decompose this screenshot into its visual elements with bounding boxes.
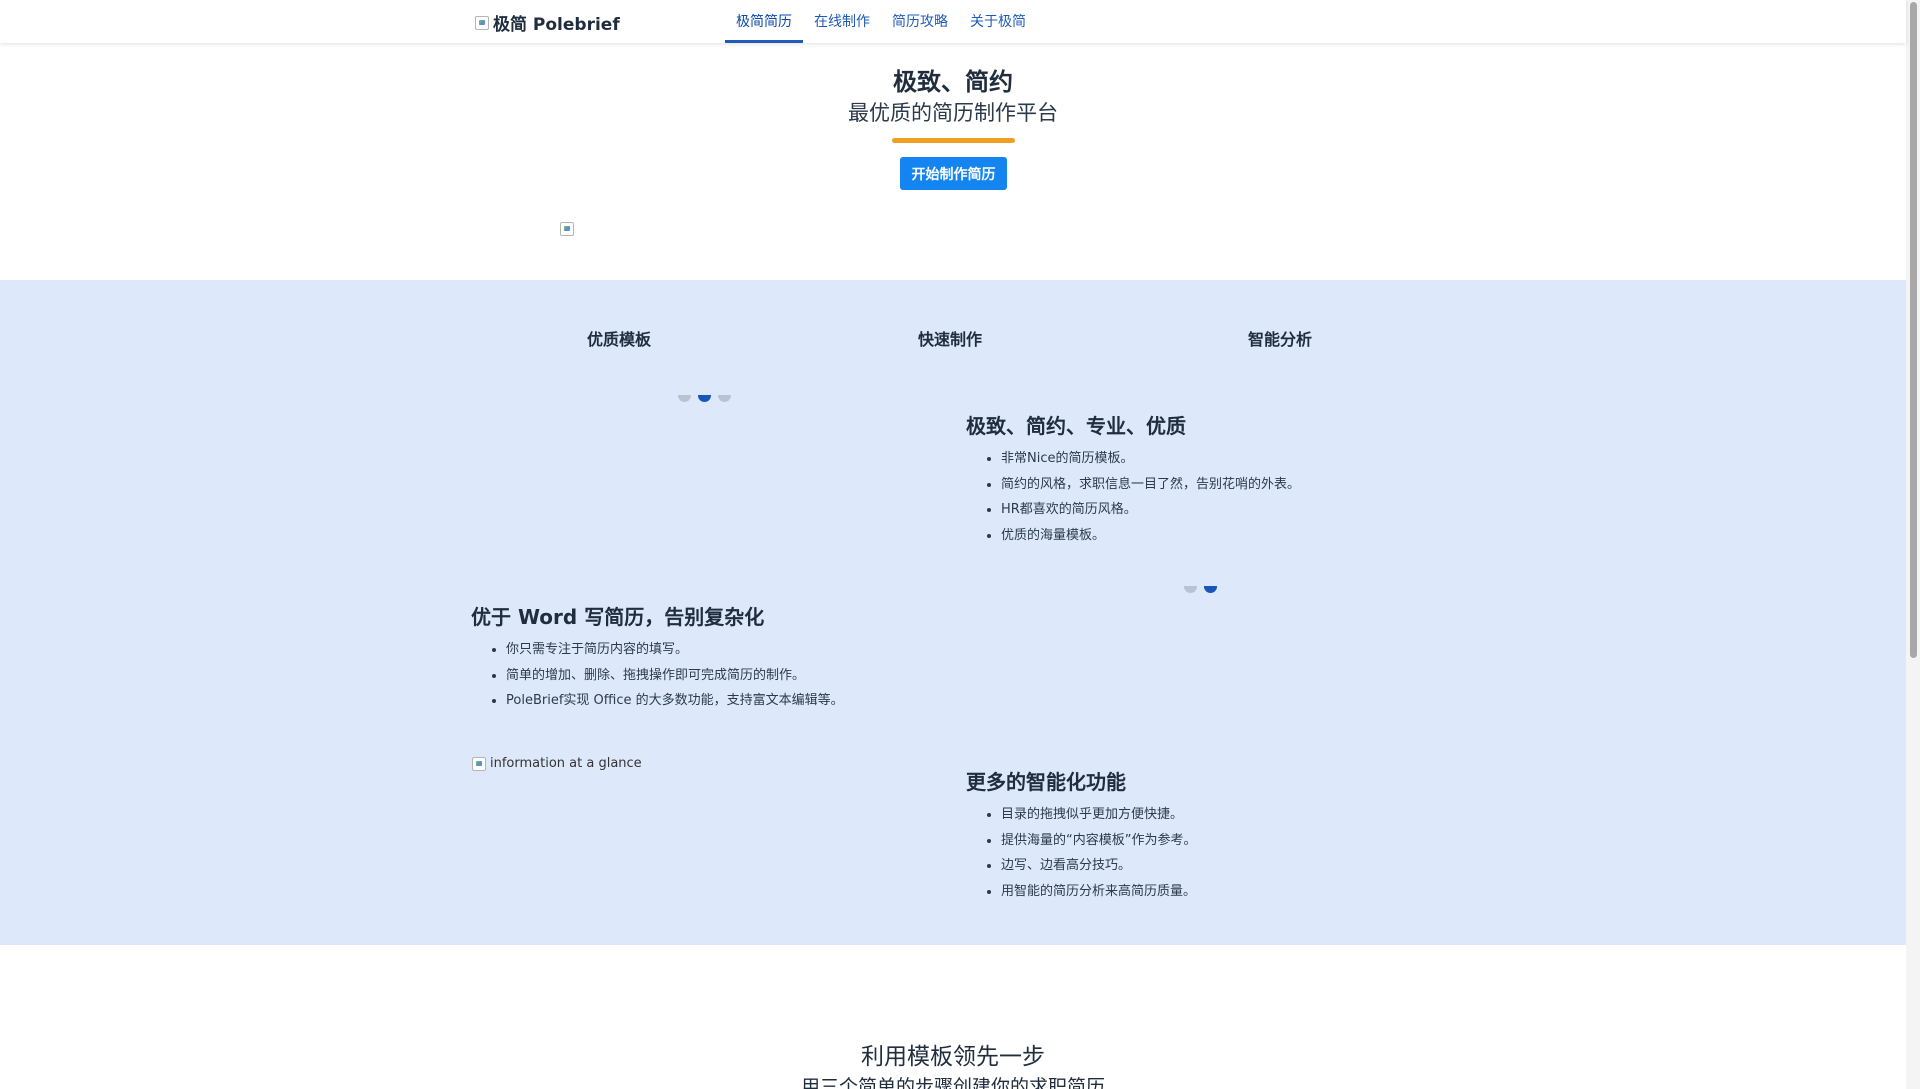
list-item: PoleBrief实现 Office 的大多数功能，支持富文本编辑等。 — [506, 688, 844, 714]
carousel-dot-active[interactable] — [1204, 586, 1217, 593]
hero-image-icon — [560, 222, 574, 236]
hero-title: 极致、简约 — [893, 68, 1013, 96]
feature-list: 目录的拖拽似乎更加方便快捷。 提供海量的“内容模板”作为参考。 边写、边看高分技… — [966, 802, 1196, 904]
list-item: 简约的风格，求职信息一目了然，告别花哨的外表。 — [1001, 472, 1300, 498]
list-item: 目录的拖拽似乎更加方便快捷。 — [1001, 802, 1196, 828]
features-section: 优质模板 快速制作 智能分析 极致、简约、专业、优质 非常Nice的简历模板。 … — [0, 280, 1906, 945]
nav-link-guide[interactable]: 简历攻略 — [881, 0, 959, 43]
list-item: 优质的海量模板。 — [1001, 523, 1300, 549]
templates-subtitle: 用三个简单的步骤创建你的求职简历 — [800, 1076, 1105, 1089]
feature-block-word: 优于 Word 写简历，告别复杂化 你只需专注于简历内容的填写。 简单的增加、删… — [471, 601, 844, 714]
list-item: HR都喜欢的简历风格。 — [1001, 497, 1300, 523]
nav-link-home[interactable]: 极简简历 — [725, 0, 803, 43]
feature-list: 你只需专注于简历内容的填写。 简单的增加、删除、拖拽操作即可完成简历的制作。 P… — [471, 637, 844, 714]
feature-tab-fast[interactable]: 快速制作 — [918, 326, 982, 350]
nav-link-about[interactable]: 关于极简 — [959, 0, 1037, 43]
feature-list: 非常Nice的简历模板。 简约的风格，求职信息一目了然，告别花哨的外表。 HR都… — [966, 446, 1300, 548]
list-item: 你只需专注于简历内容的填写。 — [506, 637, 844, 663]
carousel-dot-active[interactable] — [698, 395, 711, 402]
carousel-dot[interactable] — [718, 395, 731, 402]
feature-tab-analysis[interactable]: 智能分析 — [1248, 326, 1312, 350]
templates-title: 利用模板领先一步 — [861, 1044, 1045, 1070]
feature-block-title: 优于 Word 写简历，告别复杂化 — [471, 605, 765, 629]
list-item: 用智能的简历分析来高简历质量。 — [1001, 879, 1196, 905]
hero-subtitle: 最优质的简历制作平台 — [848, 101, 1058, 125]
start-resume-button[interactable]: 开始制作简历 — [900, 157, 1007, 190]
feature-block-title: 更多的智能化功能 — [966, 770, 1126, 794]
carousel-dots-1 — [678, 395, 731, 402]
list-item: 边写、边看高分技巧。 — [1001, 853, 1196, 879]
carousel-dot[interactable] — [678, 395, 691, 402]
broken-image-icon — [472, 756, 486, 771]
list-item: 简单的增加、删除、拖拽操作即可完成简历的制作。 — [506, 663, 844, 689]
brand-name: 极简 Polebrief — [493, 15, 620, 35]
nav-links: 极简简历 在线制作 简历攻略 关于极简 — [725, 0, 1037, 43]
image-alt-text: information at a glance — [490, 756, 642, 771]
scrollbar-thumb[interactable] — [1910, 2, 1917, 658]
info-glance-image: information at a glance — [472, 756, 642, 771]
list-item: 非常Nice的简历模板。 — [1001, 446, 1300, 472]
list-item: 提供海量的“内容模板”作为参考。 — [1001, 828, 1196, 854]
page-scrollbar[interactable] — [1906, 0, 1920, 1089]
nav-link-online-make[interactable]: 在线制作 — [803, 0, 881, 43]
brand-logo[interactable]: 极简 Polebrief — [475, 10, 620, 35]
carousel-dots-2 — [1184, 586, 1217, 593]
top-nav: 极简 Polebrief 极简简历 在线制作 简历攻略 关于极简 — [0, 0, 1906, 43]
hero-accent-bar — [892, 138, 1015, 143]
feature-block-title: 极致、简约、专业、优质 — [966, 414, 1186, 438]
feature-block-smart: 更多的智能化功能 目录的拖拽似乎更加方便快捷。 提供海量的“内容模板”作为参考。… — [966, 766, 1196, 904]
logo-image-icon — [475, 15, 489, 30]
feature-block-quality: 极致、简约、专业、优质 非常Nice的简历模板。 简约的风格，求职信息一目了然，… — [966, 410, 1300, 548]
hero-section: 极致、简约 最优质的简历制作平台 开始制作简历 — [0, 43, 1906, 280]
feature-tab-templates[interactable]: 优质模板 — [587, 326, 651, 350]
carousel-dot[interactable] — [1184, 586, 1197, 593]
